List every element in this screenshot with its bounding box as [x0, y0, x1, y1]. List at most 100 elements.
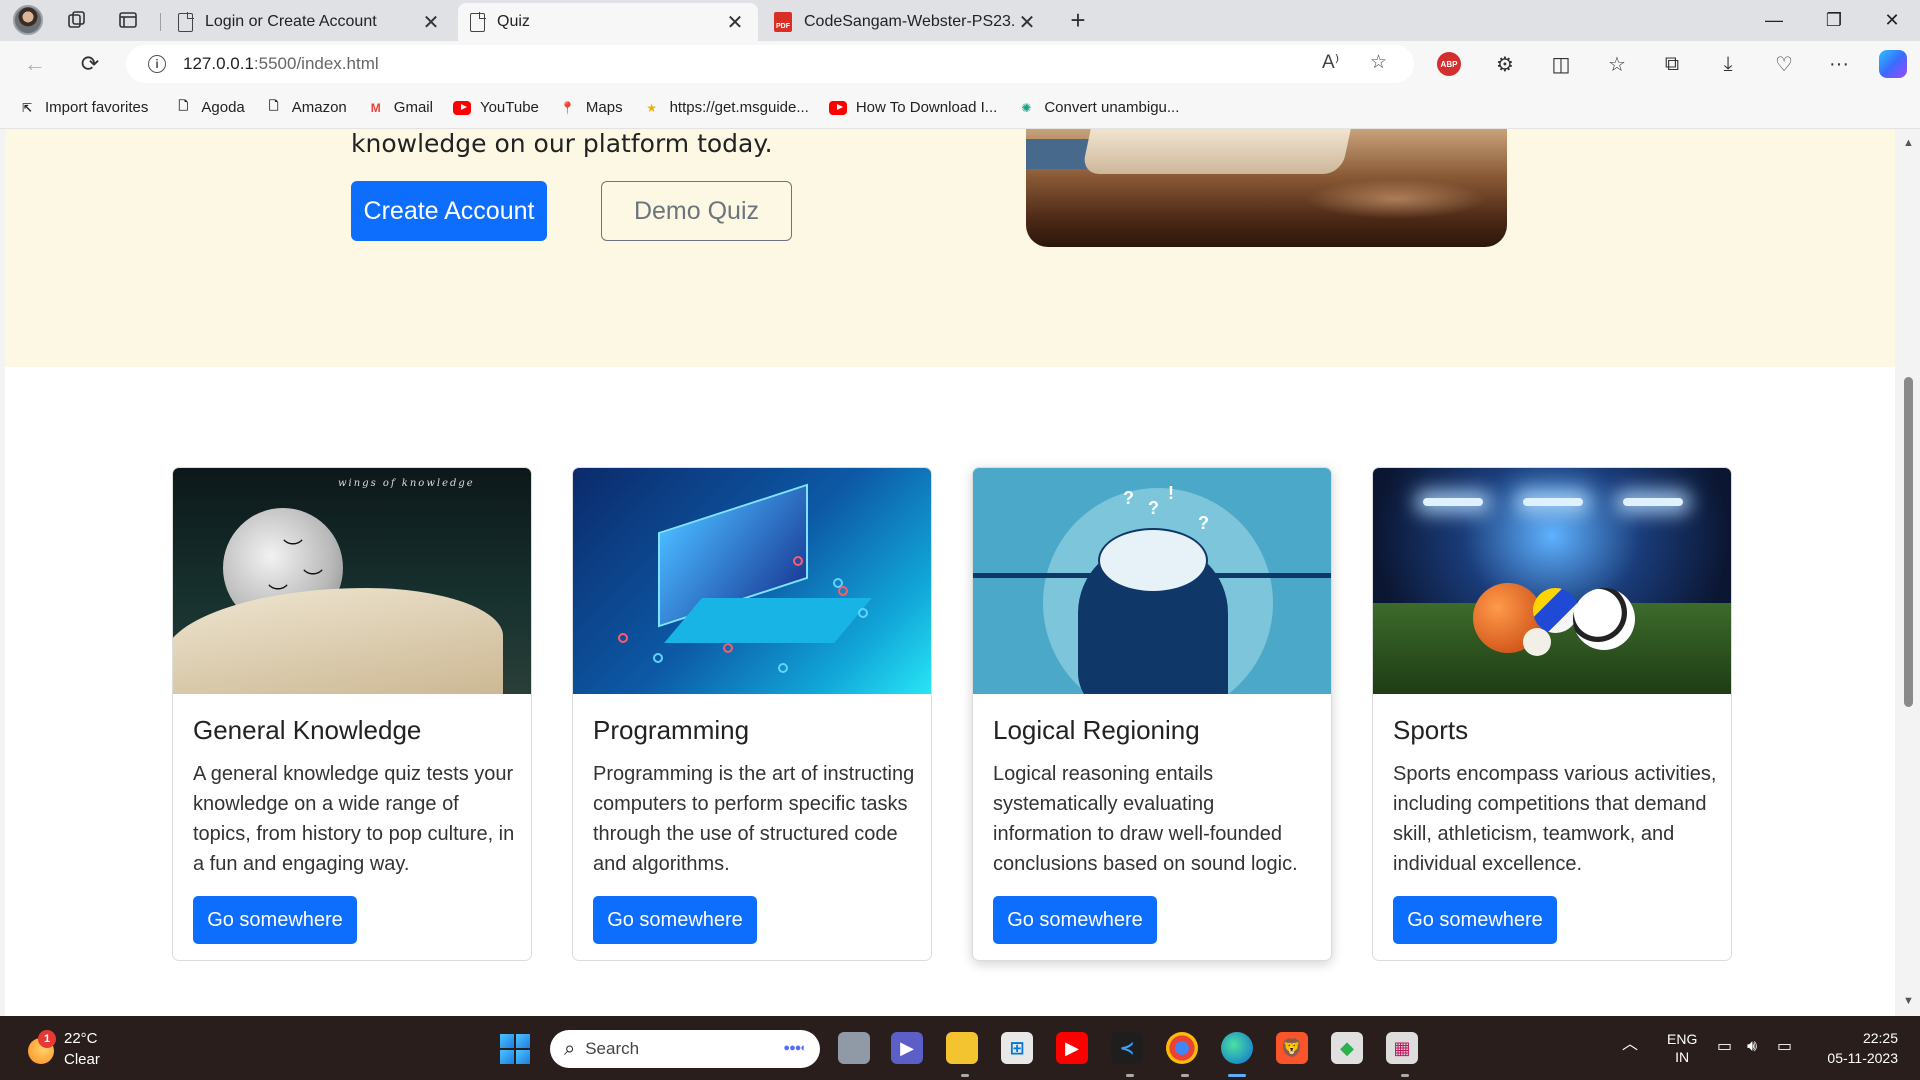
page-icon: [470, 11, 486, 32]
tab-title: Quiz: [497, 13, 530, 30]
scroll-down-arrow-icon[interactable]: ▼: [1903, 995, 1914, 1007]
notification-badge: 1: [38, 1030, 56, 1048]
demo-quiz-button[interactable]: Demo Quiz: [601, 181, 792, 241]
tab-title: Login or Create Account: [205, 13, 377, 30]
taskbar-search[interactable]: ⌕ Search ●●●◐: [550, 1030, 820, 1068]
close-window-button[interactable]: ✕: [1864, 0, 1920, 41]
snipping-app-icon[interactable]: ◆: [1331, 1032, 1363, 1064]
fav-convert[interactable]: ✺ Convert unambigu...: [1017, 99, 1179, 117]
task-view-icon[interactable]: [838, 1032, 870, 1064]
extensions-icon[interactable]: ⚙: [1488, 47, 1522, 81]
weather-widget[interactable]: 1: [24, 1030, 64, 1070]
battery-icon[interactable]: ▭: [1777, 1038, 1792, 1056]
page-icon: 🗋: [178, 99, 189, 113]
clock-time: 22:25: [1862, 1030, 1898, 1046]
fav-msguide[interactable]: ★ https://get.msguide...: [643, 99, 809, 117]
go-somewhere-button[interactable]: Go somewhere: [993, 896, 1157, 944]
site-info-icon[interactable]: i: [148, 55, 166, 73]
fav-youtube[interactable]: YouTube: [452, 99, 539, 117]
fav-gmail[interactable]: M Gmail: [367, 99, 433, 117]
copilot-icon[interactable]: [1876, 47, 1910, 81]
sports-image: [1373, 468, 1731, 694]
collections-toolbar-icon[interactable]: ⧉: [1655, 47, 1689, 81]
url-field[interactable]: i 127.0.0.1:5500/index.html A⁾ ☆: [126, 45, 1414, 83]
scrollbar-thumb[interactable]: [1904, 377, 1913, 707]
maximize-button[interactable]: ❐: [1806, 0, 1862, 41]
quiz-card-programming: Programming Programming is the art of in…: [572, 467, 932, 961]
chatgpt-icon: ✺: [1021, 100, 1032, 115]
fav-agoda[interactable]: 🗋 Agoda: [174, 99, 245, 117]
taskbar: 1 22°C Clear ⌕ Search ●●●◐ ▶ ⊞ ▶ ≺ 🦁 ◆ ▦…: [0, 1016, 1920, 1080]
gmail-icon: M: [370, 100, 381, 115]
split-screen-icon[interactable]: ◫: [1544, 47, 1578, 81]
logical-reasoning-image: ? ? ! ?: [973, 468, 1331, 694]
card-text: Logical reasoning entails systematically…: [993, 763, 1298, 875]
weather-condition: Clear: [64, 1051, 100, 1068]
hidden-icons-chevron-icon[interactable]: ︿: [1622, 1036, 1638, 1054]
edge-icon[interactable]: [1221, 1032, 1253, 1064]
minimize-button[interactable]: —: [1746, 0, 1802, 41]
tab-login[interactable]: Login or Create Account ✕: [166, 3, 454, 41]
go-somewhere-button[interactable]: Go somewhere: [593, 896, 757, 944]
fav-maps[interactable]: 📍 Maps: [559, 99, 622, 117]
microsoft-store-icon[interactable]: ⊞: [1001, 1032, 1033, 1064]
go-somewhere-button[interactable]: Go somewhere: [193, 896, 357, 944]
youtube-app-icon[interactable]: ▶: [1056, 1032, 1088, 1064]
card-title: Logical Regioning: [993, 715, 1200, 745]
page-icon: [178, 11, 194, 32]
favorite-star-icon[interactable]: ☆: [1370, 51, 1387, 74]
pdf-icon: PDF: [774, 12, 792, 32]
performance-icon[interactable]: ♡: [1767, 47, 1801, 81]
collections-icon[interactable]: [62, 5, 92, 35]
tab-separator: [160, 13, 161, 31]
card-title: Programming: [593, 715, 750, 745]
adblock-extension-icon[interactable]: ABP: [1432, 47, 1466, 81]
windows-start-icon[interactable]: [500, 1034, 530, 1064]
paint-app-icon[interactable]: ▦: [1386, 1032, 1418, 1064]
card-title: General Knowledge: [193, 715, 422, 745]
fav-import-favorites[interactable]: ⇱ Import favorites: [18, 99, 148, 117]
import-icon: ⇱: [21, 100, 33, 115]
tab-quiz[interactable]: Quiz ✕: [458, 3, 758, 41]
weather-temperature: 22°C: [64, 1030, 98, 1047]
page-scrollbar[interactable]: ▲ ▼: [1897, 129, 1920, 1016]
read-aloud-icon[interactable]: A⁾: [1322, 51, 1339, 74]
volume-icon[interactable]: 🔊︎: [1747, 1038, 1757, 1056]
downloads-icon[interactable]: ⤓: [1711, 47, 1745, 81]
system-clock[interactable]: 22:25 05-11-2023: [1827, 1028, 1898, 1068]
language-indicator[interactable]: ENG IN: [1667, 1030, 1697, 1066]
create-account-button[interactable]: Create Account: [351, 181, 547, 241]
close-tab-icon[interactable]: ✕: [1016, 10, 1038, 35]
tab-pdf[interactable]: PDF CodeSangam-Webster-PS23.pdf ✕: [762, 3, 1050, 41]
running-indicator: [1401, 1074, 1409, 1077]
go-somewhere-button[interactable]: Go somewhere: [1393, 896, 1557, 944]
file-explorer-icon[interactable]: [946, 1032, 978, 1064]
card-text: Sports encompass various activities, inc…: [1393, 763, 1717, 875]
new-tab-button[interactable]: +: [1063, 5, 1093, 35]
hero-section: knowledge on our platform today. Create …: [5, 129, 1895, 367]
general-knowledge-image: wings of knowledge ︶ ︶ ︶: [173, 468, 531, 694]
fav-how-to-download[interactable]: How To Download I...: [828, 99, 997, 117]
close-tab-icon[interactable]: ✕: [420, 10, 442, 35]
card-text: Programming is the art of instructing co…: [593, 763, 915, 875]
vscode-icon[interactable]: ≺: [1111, 1032, 1143, 1064]
programming-image: [573, 468, 931, 694]
youtube-icon: [828, 99, 847, 117]
refresh-button[interactable]: ⟳: [73, 47, 107, 81]
tab-actions-icon[interactable]: [113, 5, 143, 35]
brave-icon[interactable]: 🦁: [1276, 1032, 1308, 1064]
network-icon[interactable]: ▭: [1717, 1038, 1732, 1056]
search-icon: ⌕: [564, 1037, 576, 1060]
scroll-up-arrow-icon[interactable]: ▲: [1903, 137, 1914, 149]
hero-text: knowledge on our platform today.: [351, 129, 773, 158]
back-button[interactable]: ←: [18, 47, 52, 81]
chrome-icon[interactable]: [1166, 1032, 1198, 1064]
quiz-card-logical-reasoning: ? ? ! ? Logical Regioning Logical reason…: [972, 467, 1332, 961]
fav-amazon[interactable]: 🗋 Amazon: [265, 99, 347, 117]
favorites-icon[interactable]: ☆: [1600, 47, 1634, 81]
more-menu-icon[interactable]: ···: [1822, 47, 1856, 81]
page-icon: 🗋: [268, 99, 279, 113]
profile-avatar[interactable]: [13, 5, 43, 35]
teams-chat-icon[interactable]: ▶: [891, 1032, 923, 1064]
close-tab-icon[interactable]: ✕: [724, 10, 746, 35]
